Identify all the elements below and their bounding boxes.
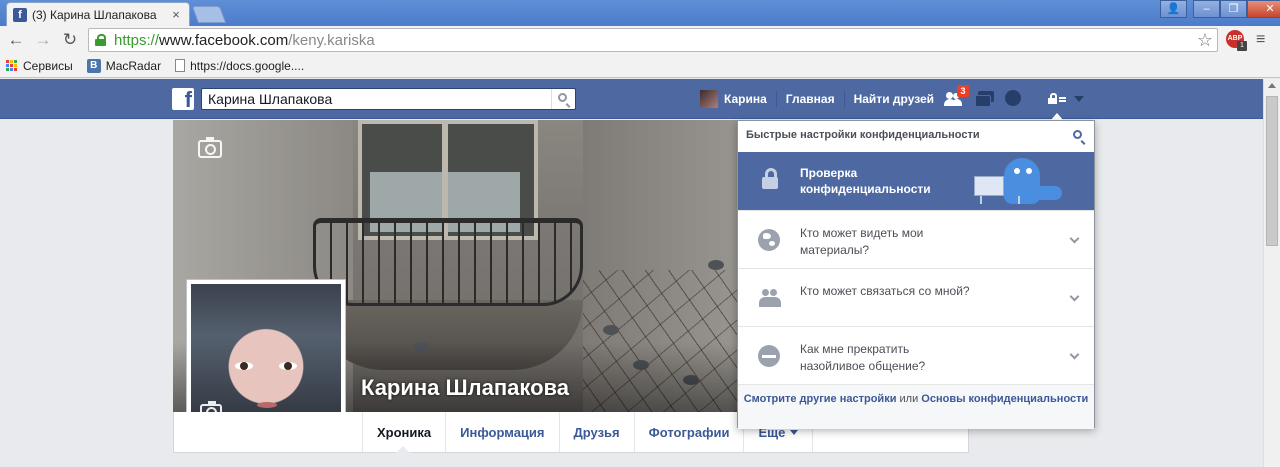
avatar[interactable] bbox=[700, 90, 718, 108]
vk-icon: В bbox=[86, 58, 101, 73]
tab-label: Информация bbox=[460, 424, 545, 440]
search-icon bbox=[558, 93, 567, 102]
bookmark-docs[interactable]: https://docs.google.... bbox=[175, 59, 304, 73]
top-nav: Карина Главная Найти друзей bbox=[700, 88, 934, 110]
friend-requests-icon[interactable]: 3 bbox=[944, 85, 969, 109]
browser-titlebar: f (3) Карина Шлапакова × 👤 – ❐ ✕ bbox=[0, 0, 1280, 26]
scroll-up-icon[interactable] bbox=[1268, 83, 1276, 88]
privacy-basics-link[interactable]: Основы конфиденциальности bbox=[921, 393, 1088, 405]
search-button[interactable] bbox=[551, 89, 575, 109]
search-icon[interactable] bbox=[1073, 130, 1082, 139]
bookmark-label: MacRadar bbox=[105, 58, 162, 73]
secure-lock-icon bbox=[95, 34, 106, 46]
globe-icon bbox=[758, 229, 780, 251]
profile-name: Карина Шлапакова bbox=[361, 375, 570, 400]
minimize-button[interactable]: – bbox=[1193, 0, 1220, 18]
caret-down-icon bbox=[1074, 96, 1084, 102]
lock-icon bbox=[762, 168, 778, 190]
tab-friends[interactable]: Друзья bbox=[558, 412, 634, 452]
privacy-item-who-can-see[interactable]: Кто может видеть мои материалы? bbox=[738, 210, 1094, 268]
cover-camera-icon[interactable] bbox=[198, 137, 222, 158]
notifications-globe-icon[interactable] bbox=[1003, 89, 1025, 109]
tab-title: (3) Карина Шлапакова bbox=[32, 7, 157, 22]
new-tab-button[interactable] bbox=[191, 6, 227, 23]
browser-toolbar: ← → ↻ https://www.facebook.com/keny.kari… bbox=[0, 26, 1280, 54]
url-scheme: https:// bbox=[114, 31, 160, 49]
url-path: /keny.kariska bbox=[288, 31, 375, 49]
block-icon bbox=[758, 345, 780, 367]
close-window-button[interactable]: ✕ bbox=[1247, 0, 1280, 18]
tab-close-icon[interactable]: × bbox=[169, 7, 183, 22]
active-tab-pointer bbox=[396, 446, 410, 453]
back-button[interactable]: ← bbox=[6, 30, 26, 50]
page-scrollbar[interactable] bbox=[1263, 79, 1280, 467]
facebook-top-bar: f Карина Главная Найти друзей 3 bbox=[0, 79, 1280, 119]
bookmark-label: https://docs.google.... bbox=[190, 58, 305, 73]
reload-button[interactable]: ↻ bbox=[60, 30, 80, 50]
scrollbar-thumb[interactable] bbox=[1266, 96, 1278, 246]
privacy-menu-header: Быстрые настройки конфиденциальности bbox=[738, 121, 1094, 152]
privacy-item-label: Кто может видеть мои материалы? bbox=[800, 226, 924, 257]
see-more-settings-link[interactable]: Смотрите другие настройки bbox=[744, 393, 897, 405]
privacy-item-label: Как мне прекратить назойливое общение? bbox=[800, 342, 926, 373]
privacy-checkup-label: Проверка конфиденциальности bbox=[800, 166, 931, 196]
tab-about[interactable]: Информация bbox=[445, 412, 558, 452]
browser-tab[interactable]: f (3) Карина Шлапакова × bbox=[6, 2, 190, 26]
facebook-search-box bbox=[201, 88, 576, 110]
privacy-menu-footer: Смотрите другие настройки или Основы кон… bbox=[738, 384, 1094, 429]
document-icon bbox=[175, 59, 186, 72]
facebook-logo-icon[interactable]: f bbox=[172, 88, 194, 110]
user-profile-button[interactable]: 👤 bbox=[1160, 0, 1187, 18]
forward-button[interactable]: → bbox=[33, 30, 53, 50]
bookmark-macradar[interactable]: В MacRadar bbox=[86, 58, 162, 73]
tab-label: Друзья bbox=[573, 424, 620, 440]
nav-home-link[interactable]: Главная bbox=[786, 92, 835, 106]
nav-find-friends-link[interactable]: Найти друзей bbox=[854, 92, 934, 106]
bookmark-star-icon[interactable]: ☆ bbox=[1197, 30, 1213, 51]
privacy-checkup-item[interactable]: Проверка конфиденциальности bbox=[738, 152, 1094, 210]
nav-divider bbox=[843, 91, 845, 107]
nav-profile-link[interactable]: Карина bbox=[724, 92, 767, 106]
chrome-menu-icon[interactable]: ≡ bbox=[1256, 31, 1265, 49]
chevron-down-icon bbox=[1069, 291, 1080, 302]
privacy-shortcuts-menu: Быстрые настройки конфиденциальности Про… bbox=[737, 120, 1095, 429]
tab-photos[interactable]: Фотографии bbox=[633, 412, 744, 452]
facebook-search-input[interactable] bbox=[208, 91, 551, 107]
address-bar[interactable]: https://www.facebook.com/keny.kariska ☆ bbox=[88, 28, 1218, 52]
bookmark-label: Сервисы bbox=[23, 58, 73, 73]
chevron-down-icon bbox=[1069, 233, 1080, 244]
friend-requests-badge: 3 bbox=[957, 85, 969, 97]
tab-label: Фотографии bbox=[648, 424, 730, 440]
people-icon bbox=[758, 287, 781, 309]
restore-button[interactable]: ❐ bbox=[1220, 0, 1247, 18]
apps-grid-icon bbox=[6, 59, 18, 72]
facebook-logo-letter: f bbox=[184, 88, 192, 110]
chevron-down-icon bbox=[1069, 349, 1080, 360]
privacy-item-stop-harassment[interactable]: Как мне прекратить назойливое общение? bbox=[738, 326, 1094, 384]
bookmark-apps[interactable]: Сервисы bbox=[6, 59, 73, 73]
window-controls: 👤 – ❐ ✕ bbox=[1160, 0, 1280, 18]
privacy-item-who-can-contact[interactable]: Кто может связаться со мной? bbox=[738, 268, 1094, 326]
footer-or-text: или bbox=[896, 393, 922, 405]
menu-lines-icon bbox=[1059, 97, 1066, 99]
privacy-dinosaur-illustration bbox=[974, 152, 1096, 210]
messages-icon[interactable] bbox=[974, 89, 996, 109]
privacy-menu-title: Быстрые настройки конфиденциальности bbox=[746, 129, 980, 141]
bookmarks-bar: Сервисы В MacRadar https://docs.google..… bbox=[0, 54, 1280, 78]
privacy-item-label: Кто может связаться со мной? bbox=[800, 284, 970, 298]
address-url: https://www.facebook.com/keny.kariska bbox=[114, 32, 375, 49]
lock-icon bbox=[1048, 93, 1057, 104]
tab-label: Хроника bbox=[377, 424, 432, 440]
privacy-shortcuts-button[interactable] bbox=[1046, 89, 1086, 109]
chevron-down-icon bbox=[790, 429, 799, 435]
facebook-favicon-icon: f bbox=[13, 7, 27, 22]
url-host: www.facebook.com bbox=[159, 31, 289, 49]
nav-divider bbox=[775, 91, 777, 107]
adblock-count-badge: 1 bbox=[1237, 41, 1247, 51]
